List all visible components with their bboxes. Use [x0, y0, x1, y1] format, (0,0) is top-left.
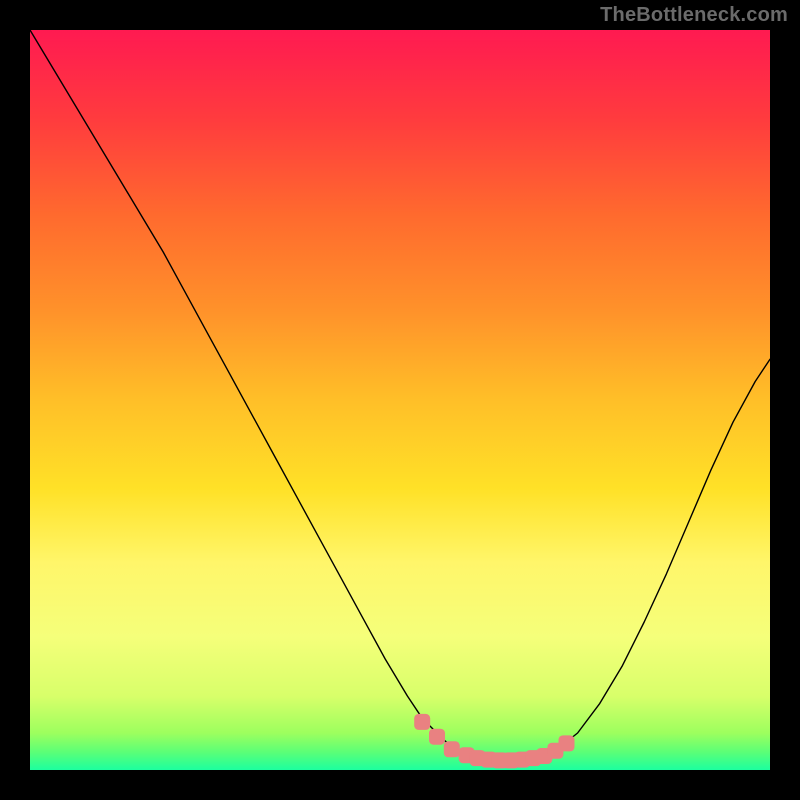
marker — [429, 729, 445, 745]
chart-plot-area — [30, 30, 770, 770]
chart-svg — [30, 30, 770, 770]
marker — [444, 741, 460, 757]
chart-background — [30, 30, 770, 770]
chart-frame: TheBottleneck.com — [0, 0, 800, 800]
marker — [559, 735, 575, 751]
watermark-text: TheBottleneck.com — [600, 4, 788, 27]
marker — [414, 714, 430, 730]
